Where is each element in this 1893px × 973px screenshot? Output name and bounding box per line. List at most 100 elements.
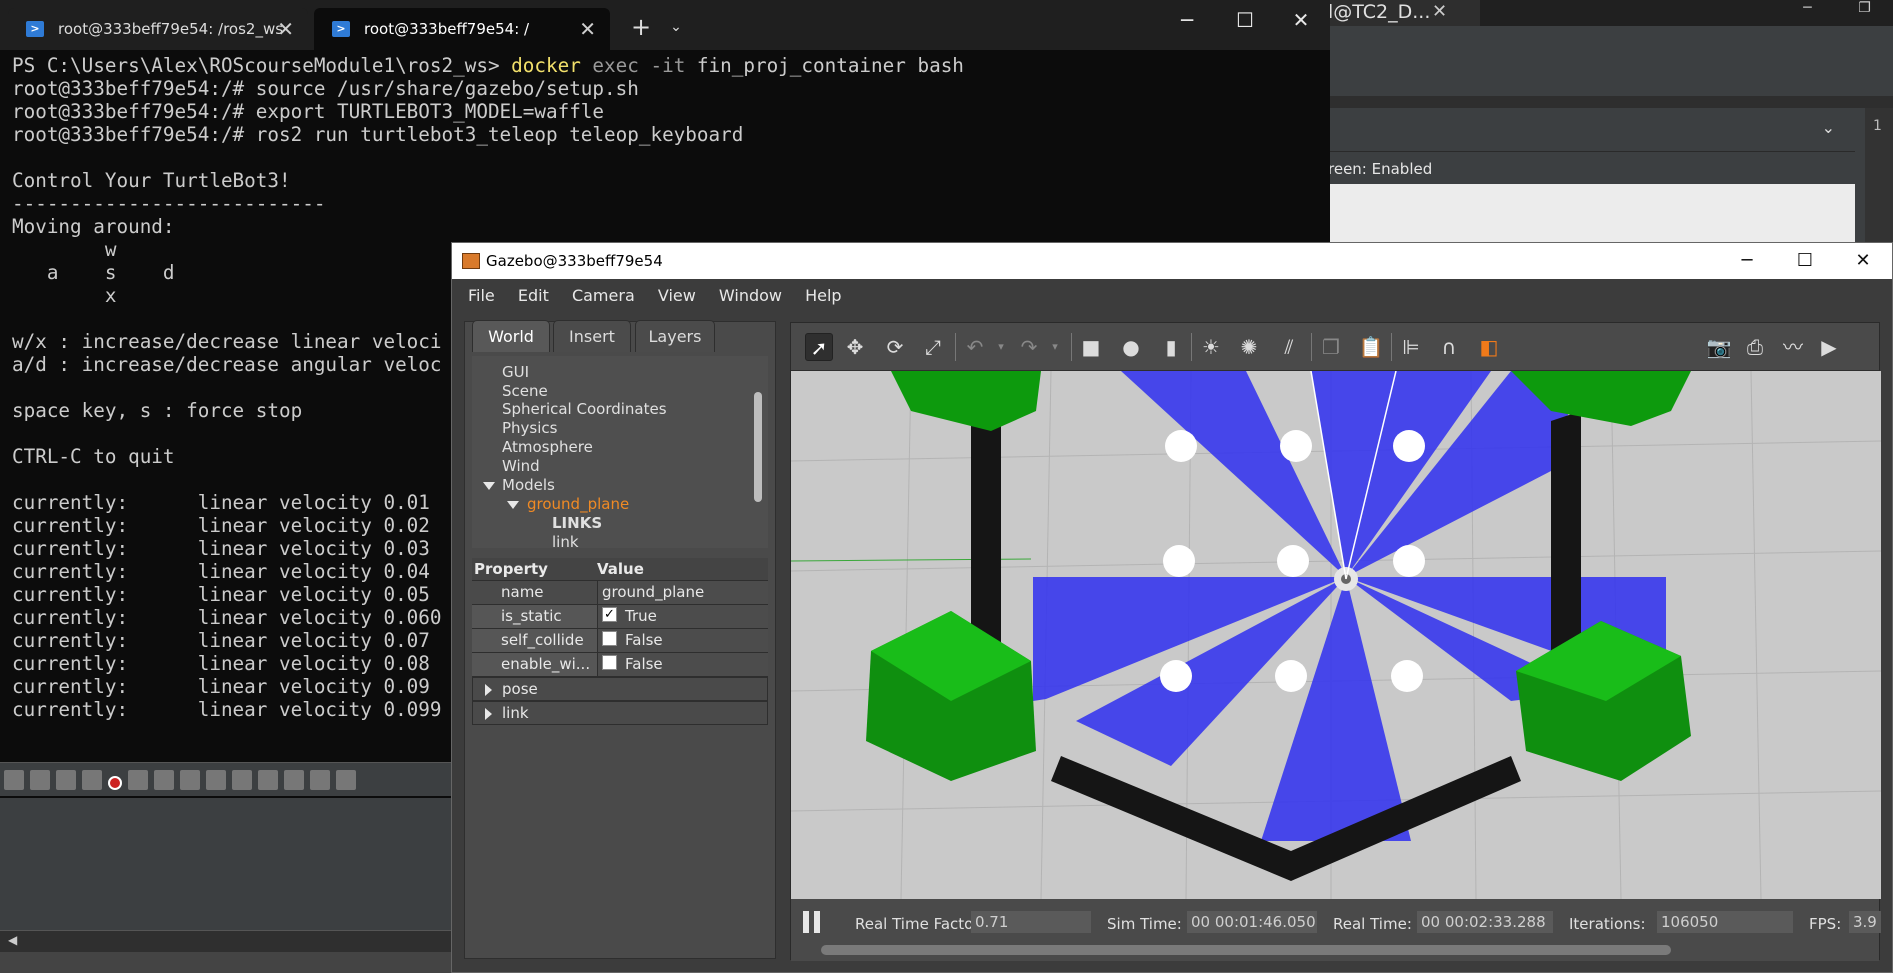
maximize-button[interactable]: ☐	[1776, 243, 1834, 279]
tree-item-wind[interactable]: Wind	[502, 457, 540, 475]
tree-item-link[interactable]: link	[552, 533, 579, 548]
checkbox[interactable]	[602, 631, 617, 646]
scale-icon[interactable]: ⤢	[919, 333, 947, 361]
plot-icon[interactable]: 〰	[1779, 333, 1807, 361]
menu-window[interactable]: Window	[719, 279, 782, 313]
chevron-down-icon[interactable]: ▾	[987, 333, 1015, 361]
screenshot-camera-icon[interactable]: 📷	[1705, 333, 1733, 361]
tab-dropdown-button[interactable]: ⌄	[664, 10, 688, 44]
close-button[interactable]: ✕	[1834, 243, 1892, 279]
expand-arrow-icon[interactable]	[507, 501, 519, 509]
directional-light-icon[interactable]: ⫽	[1275, 333, 1303, 361]
terminal-tab-ros2-ws[interactable]: > root@333beff79e54: /ros2_ws ✕	[8, 8, 308, 50]
property-value[interactable]: ground_plane	[597, 581, 768, 604]
paste-icon[interactable]: 📋	[1357, 333, 1385, 361]
sim-time-label: Sim Time:	[1107, 915, 1182, 933]
menu-camera[interactable]: Camera	[572, 279, 635, 313]
tree-item-models[interactable]: Models	[502, 476, 555, 494]
fast-forward-icon[interactable]	[232, 770, 252, 790]
expand-arrow-icon[interactable]	[483, 482, 495, 490]
view-angle-icon[interactable]: ◧	[1475, 333, 1503, 361]
minimize-icon[interactable]: ─	[1779, 0, 1836, 16]
horizontal-scrollbar[interactable]	[821, 945, 1671, 955]
terminal-line: root@333beff79e54:/# export TURTLEBOT3_M…	[12, 100, 1330, 123]
menu-help[interactable]: Help	[805, 279, 841, 313]
box-shape-icon[interactable]: ■	[1077, 333, 1105, 361]
tree-item-ground-plane[interactable]: ground_plane	[527, 495, 629, 513]
select-arrow-icon[interactable]: ➚	[805, 333, 833, 361]
tab-world[interactable]: World	[472, 320, 550, 352]
undo-icon[interactable]: ↶	[961, 333, 989, 361]
tree-item-atmosphere[interactable]: Atmosphere	[502, 438, 593, 456]
minimize-button[interactable]: ─	[1158, 0, 1216, 40]
menu-edit[interactable]: Edit	[518, 279, 549, 313]
play-icon[interactable]	[206, 770, 226, 790]
checkbox-checked[interactable]: ✓	[602, 607, 617, 622]
tab-layers[interactable]: Layers	[635, 320, 715, 352]
close-icon[interactable]: ✕	[579, 8, 596, 50]
close-icon[interactable]: ✕	[277, 8, 294, 50]
close-button[interactable]: ✕	[1272, 0, 1330, 40]
tree-item-gui[interactable]: GUI	[502, 363, 529, 381]
toolbar-icon[interactable]	[30, 770, 50, 790]
property-value-text: False	[625, 655, 663, 673]
iterations-value: 106050	[1657, 911, 1793, 933]
cylinder-shape-icon[interactable]: ▮	[1157, 333, 1185, 361]
skip-back-icon[interactable]	[154, 770, 174, 790]
property-key: name	[501, 583, 544, 601]
tab-insert[interactable]: Insert	[553, 320, 631, 352]
menu-view[interactable]: View	[658, 279, 696, 313]
pause-button[interactable]	[803, 911, 821, 933]
bg-dropdown[interactable]: ⌄	[1320, 108, 1855, 152]
rotate-icon[interactable]: ⟳	[881, 333, 909, 361]
iterations-label: Iterations:	[1569, 915, 1646, 933]
property-group-pose[interactable]: pose	[472, 677, 768, 701]
property-group-link[interactable]: link	[472, 701, 768, 725]
bg-tab[interactable]: l@TC2_D... ✕	[1320, 0, 1480, 26]
rtf-label: Real Time Factor:	[855, 915, 985, 933]
toolbar-icon[interactable]	[4, 770, 24, 790]
property-value-text: False	[625, 631, 663, 649]
rewind-icon[interactable]	[180, 770, 200, 790]
toolbar-icon[interactable]	[310, 770, 330, 790]
sphere-shape-icon[interactable]: ●	[1117, 333, 1145, 361]
minimize-button[interactable]: ─	[1718, 243, 1776, 279]
tree-item-spherical-coordinates[interactable]: Spherical Coordinates	[502, 400, 667, 418]
3d-viewport[interactable]	[790, 370, 1882, 900]
close-icon[interactable]: ✕	[1432, 0, 1447, 24]
pause-bar	[803, 911, 809, 933]
terminal-tab-root[interactable]: > root@333beff79e54: / ✕	[314, 8, 610, 50]
log-icon[interactable]: ⎙	[1741, 333, 1769, 361]
bg-label: reen: Enabled	[1328, 160, 1433, 178]
align-icon[interactable]: ⊫	[1397, 333, 1425, 361]
tree-item-scene[interactable]: Scene	[502, 382, 548, 400]
maximize-button[interactable]: ☐	[1216, 0, 1274, 40]
toolbar-icon[interactable]	[56, 770, 76, 790]
record-icon[interactable]	[108, 776, 122, 790]
toolbar-icon[interactable]	[82, 770, 102, 790]
checkbox[interactable]	[602, 655, 617, 670]
skip-forward-icon[interactable]	[258, 770, 278, 790]
redo-icon[interactable]: ↷	[1015, 333, 1043, 361]
spot-light-icon[interactable]: ✺	[1235, 333, 1263, 361]
toolbar-icon[interactable]	[128, 770, 148, 790]
snap-icon[interactable]: ∩	[1435, 333, 1463, 361]
video-record-icon[interactable]: ▶	[1815, 333, 1843, 361]
chevron-down-icon[interactable]: ▾	[1041, 333, 1069, 361]
tree-item-physics[interactable]: Physics	[502, 419, 557, 437]
menu-file[interactable]: File	[468, 279, 495, 313]
translate-icon[interactable]: ✥	[841, 333, 869, 361]
group-label: link	[502, 704, 529, 722]
tree-scrollbar[interactable]	[754, 392, 762, 502]
terminal-titlebar: > root@333beff79e54: /ros2_ws ✕ > root@3…	[0, 0, 1330, 50]
new-tab-button[interactable]: +	[624, 10, 658, 44]
point-light-icon[interactable]: ☀	[1197, 333, 1225, 361]
maximize-icon[interactable]: ❐	[1836, 0, 1893, 16]
horizontal-scrollbar[interactable]: ◀	[0, 930, 460, 952]
scroll-left-icon[interactable]: ◀	[8, 933, 17, 947]
terminal-line-text: currently: linear velocity 0.04	[12, 560, 430, 583]
toolbar-icon[interactable]	[284, 770, 304, 790]
terminal-line-text: ---------------------------	[12, 192, 326, 215]
toolbar-icon[interactable]	[336, 770, 356, 790]
copy-icon[interactable]: ❐	[1317, 333, 1345, 361]
